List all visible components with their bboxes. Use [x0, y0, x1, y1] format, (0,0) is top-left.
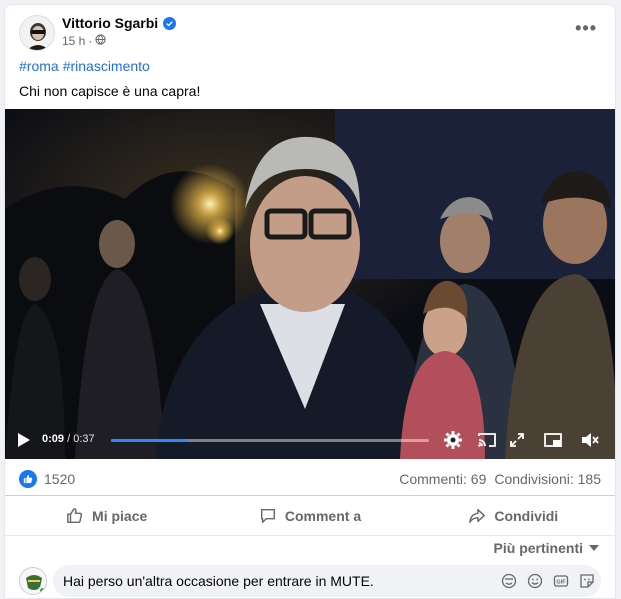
- globe-icon: [95, 34, 106, 48]
- video-time: 0:09 / 0:37: [42, 433, 95, 445]
- post-time[interactable]: 15 h: [62, 34, 85, 48]
- hashtag-link[interactable]: #rinascimento: [63, 58, 150, 74]
- post-card: Vittorio Sgarbi 15 h · ••• #roma #rinasci…: [4, 4, 616, 599]
- chevron-down-icon: [589, 545, 599, 551]
- comments-count[interactable]: Commenti: 69: [399, 471, 486, 487]
- share-label: Condividi: [494, 507, 559, 524]
- like-button[interactable]: Mi piace: [5, 496, 208, 535]
- post-header: Vittorio Sgarbi 15 h · •••: [5, 5, 615, 57]
- more-options-icon[interactable]: •••: [575, 19, 597, 37]
- share-icon: [469, 508, 486, 523]
- post-meta: 15 h ·: [62, 34, 106, 48]
- like-reaction-icon: [19, 470, 37, 488]
- engagement-counts: Commenti: 69 Condivisioni: 185: [399, 471, 601, 487]
- shares-count[interactable]: Condivisioni: 185: [494, 471, 601, 487]
- comment-label: Comment a: [284, 507, 362, 524]
- video-player[interactable]: 0:09 / 0:37: [5, 109, 615, 459]
- post-stats: 1520 Commenti: 69 Condivisioni: 185: [5, 462, 615, 496]
- comment-button[interactable]: Comment a: [208, 496, 411, 535]
- online-status-icon: [38, 586, 46, 594]
- author-avatar[interactable]: [19, 15, 55, 51]
- gif-icon[interactable]: GIF: [553, 573, 569, 589]
- avatar-sticker-icon[interactable]: [501, 573, 517, 589]
- emoji-icon[interactable]: [527, 573, 543, 589]
- post-actions: Mi piace Comment a Condividi: [5, 496, 615, 536]
- post-text: Chi non capisce è una capra!: [19, 83, 201, 99]
- verified-badge-icon: [163, 16, 177, 30]
- settings-icon[interactable]: [443, 430, 463, 450]
- video-frame: [5, 109, 615, 459]
- thumbs-up-icon: [67, 507, 83, 523]
- comment-icon: [260, 508, 275, 523]
- likes-summary[interactable]: 1520: [19, 470, 75, 488]
- expand-icon[interactable]: [507, 430, 527, 450]
- like-label: Mi piace: [92, 507, 148, 524]
- play-icon[interactable]: [17, 432, 31, 448]
- author-name[interactable]: Vittorio Sgarbi: [62, 15, 158, 31]
- picture-in-picture-icon[interactable]: [543, 430, 563, 450]
- comment-tools: GIF: [501, 573, 595, 589]
- likes-count: 1520: [44, 471, 76, 487]
- sort-label: Più pertinenti: [493, 540, 583, 556]
- duration: / 0:37: [67, 433, 95, 445]
- sticker-icon[interactable]: [579, 573, 595, 589]
- hashtag-link[interactable]: #roma: [19, 58, 59, 74]
- comment-composer: GIF: [5, 563, 615, 598]
- meta-separator: ·: [88, 34, 93, 48]
- video-controls: 0:09 / 0:37: [5, 421, 615, 459]
- video-progress-fill: [111, 439, 188, 442]
- cast-icon[interactable]: [477, 430, 497, 450]
- video-progress-bar[interactable]: [111, 439, 429, 442]
- user-avatar[interactable]: [19, 567, 47, 595]
- author-name-row: Vittorio Sgarbi: [62, 15, 177, 31]
- comment-sort-dropdown[interactable]: Più pertinenti: [494, 540, 599, 556]
- current-time: 0:09: [42, 433, 65, 445]
- hashtags: #roma #rinascimento: [19, 58, 154, 74]
- svg-text:GIF: GIF: [556, 580, 566, 586]
- share-button[interactable]: Condividi: [412, 496, 615, 535]
- mute-icon[interactable]: [580, 430, 600, 450]
